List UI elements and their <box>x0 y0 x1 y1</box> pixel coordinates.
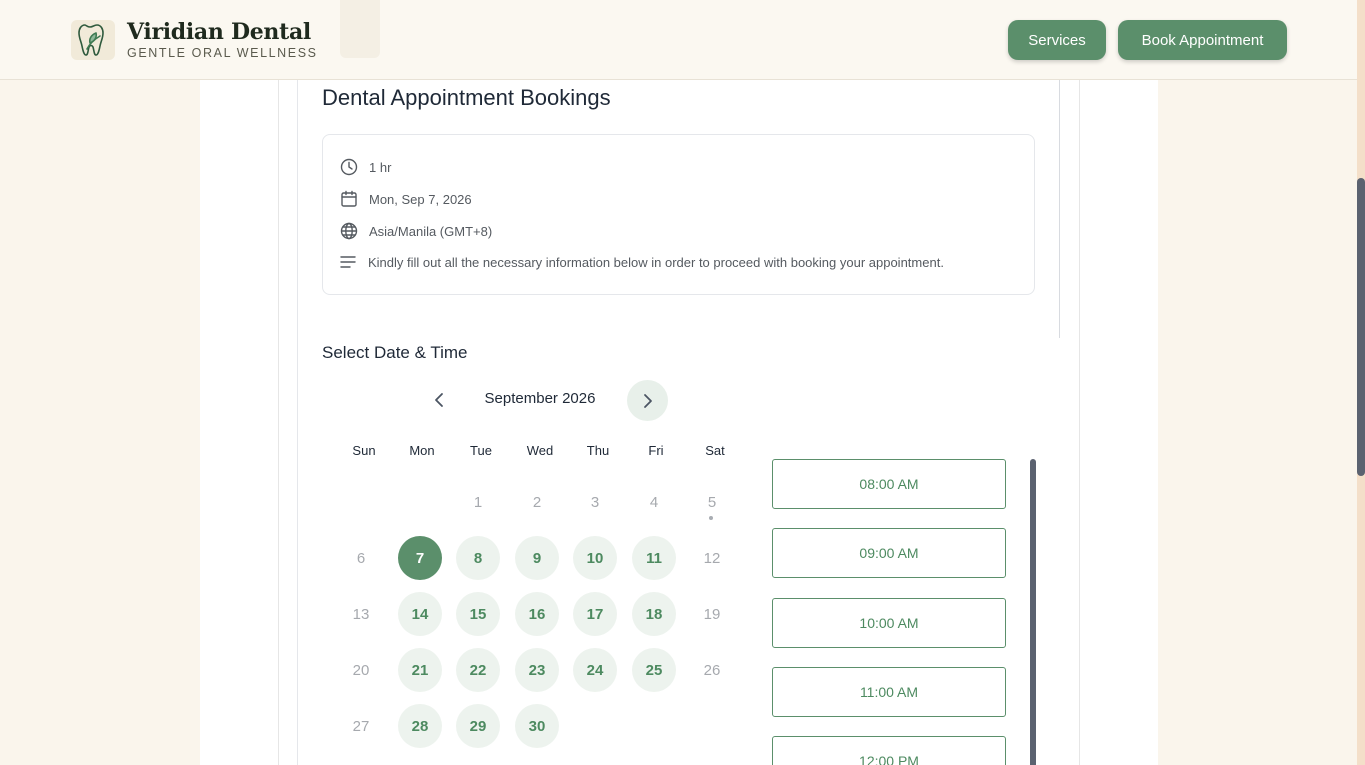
day-marker-dot <box>709 516 713 520</box>
page-scrollbar-thumb[interactable] <box>1357 178 1365 476</box>
select-date-time-heading: Select Date & Time <box>322 343 468 362</box>
calendar-day-25[interactable]: 25 <box>632 648 676 692</box>
calendar-day-22[interactable]: 22 <box>456 648 500 692</box>
weekday-tue: Tue <box>470 443 492 458</box>
calendar-day-18[interactable]: 18 <box>632 592 676 636</box>
calendar-day-7[interactable]: 7 <box>398 536 442 580</box>
timezone-row: Asia/Manila (GMT+8) <box>339 221 492 241</box>
duration-row: 1 hr <box>339 157 391 177</box>
timezone-text: Asia/Manila (GMT+8) <box>369 223 493 239</box>
calendar-day-12: 12 <box>703 549 721 567</box>
weekday-fri: Fri <box>648 443 664 458</box>
chevron-right-icon <box>643 393 652 408</box>
duration-text: 1 hr <box>369 159 392 175</box>
time-slots-scrollbar[interactable] <box>1030 459 1036 765</box>
date-row: Mon, Sep 7, 2026 <box>339 189 472 209</box>
calendar-day-21[interactable]: 21 <box>398 648 442 692</box>
calendar-day-11[interactable]: 11 <box>632 536 676 580</box>
time-slot-button[interactable]: 11:00 AM <box>772 667 1006 717</box>
tooth-leaf-logo-icon[interactable] <box>71 20 115 60</box>
next-month-button[interactable] <box>627 380 668 421</box>
calendar-day-30[interactable]: 30 <box>515 704 559 748</box>
calendar-day-1: 1 <box>473 493 483 511</box>
widget-divider <box>1059 80 1060 338</box>
book-appointment-button[interactable]: Book Appointment <box>1118 20 1287 60</box>
calendar-day-24[interactable]: 24 <box>573 648 617 692</box>
calendar-day-3: 3 <box>590 493 600 511</box>
brand-tagline: GENTLE ORAL WELLNESS <box>127 46 318 60</box>
site-header: Viridian Dental GENTLE ORAL WELLNESS Ser… <box>0 0 1357 80</box>
time-slot-button[interactable]: 09:00 AM <box>772 528 1006 578</box>
time-slot-button[interactable]: 10:00 AM <box>772 598 1006 648</box>
calendar-day-13: 13 <box>352 605 370 623</box>
clock-icon <box>340 158 358 176</box>
calendar-day-19: 19 <box>703 605 721 623</box>
calendar-day-15[interactable]: 15 <box>456 592 500 636</box>
services-button[interactable]: Services <box>1008 20 1106 60</box>
weekday-sat: Sat <box>705 443 725 458</box>
month-label: September 2026 <box>484 390 596 407</box>
calendar-day-6: 6 <box>356 549 366 567</box>
prev-month-button[interactable] <box>427 388 451 412</box>
calendar-day-8[interactable]: 8 <box>456 536 500 580</box>
calendar-day-16[interactable]: 16 <box>515 592 559 636</box>
weekday-sun: Sun <box>352 443 376 458</box>
calendar-day-23[interactable]: 23 <box>515 648 559 692</box>
calendar-day-4: 4 <box>649 493 659 511</box>
time-slot-button[interactable]: 08:00 AM <box>772 459 1006 509</box>
description-text: Kindly fill out all the necessary inform… <box>368 254 944 270</box>
page-title: Dental Appointment Bookings <box>322 85 611 110</box>
calendar-icon <box>341 190 357 207</box>
calendar-day-29[interactable]: 29 <box>456 704 500 748</box>
appointment-details-card: 1 hr Mon, Sep 7, 2026 Asia/Manila (GMT+8… <box>322 134 1035 295</box>
calendar-day-28[interactable]: 28 <box>398 704 442 748</box>
calendar-day-17[interactable]: 17 <box>573 592 617 636</box>
calendar-day-14[interactable]: 14 <box>398 592 442 636</box>
calendar-day-9[interactable]: 9 <box>515 536 559 580</box>
text-lines-icon <box>340 256 356 268</box>
brand-name[interactable]: Viridian Dental <box>127 19 311 45</box>
date-text: Mon, Sep 7, 2026 <box>369 191 472 207</box>
time-slot-button[interactable]: 12:00 PM <box>772 736 1006 765</box>
header-decoration <box>340 0 380 58</box>
chevron-left-icon <box>435 393 443 407</box>
calendar-day-27: 27 <box>352 717 370 735</box>
calendar-day-2: 2 <box>532 493 542 511</box>
calendar-day-26: 26 <box>703 661 721 679</box>
globe-icon <box>340 222 358 240</box>
description-row: Kindly fill out all the necessary inform… <box>339 252 944 272</box>
weekday-mon: Mon <box>409 443 435 458</box>
calendar-day-10[interactable]: 10 <box>573 536 617 580</box>
weekday-wed: Wed <box>526 443 554 458</box>
weekday-thu: Thu <box>586 443 610 458</box>
calendar-day-20: 20 <box>352 661 370 679</box>
